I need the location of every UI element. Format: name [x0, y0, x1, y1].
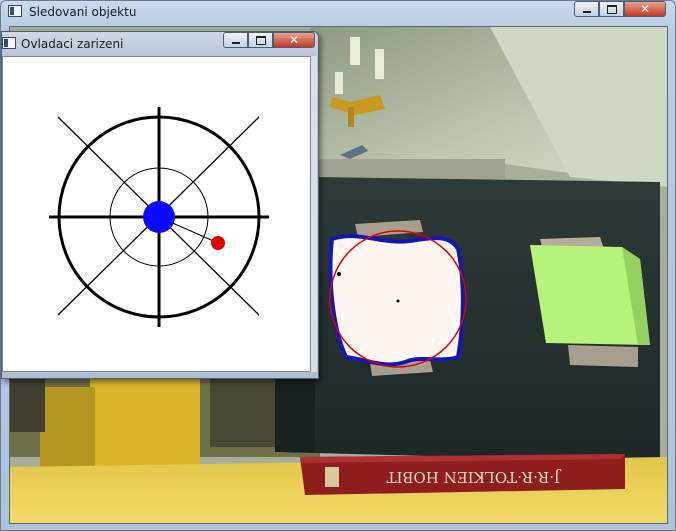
close-icon: ✕ [288, 33, 300, 47]
center-dot[interactable] [143, 201, 175, 233]
control-canvas[interactable] [2, 56, 311, 372]
object-corner-mark [337, 272, 341, 276]
minimize-icon [582, 11, 591, 13]
target-dot [211, 236, 225, 250]
window-app-icon [2, 37, 16, 49]
control-window: Ovladaci zarizeni ✕ [1, 31, 319, 379]
control-window-title: Ovladaci zarizeni [21, 37, 124, 51]
close-button[interactable]: ✕ [624, 1, 666, 17]
main-title-bar[interactable]: Sledovani objektu ✕ [1, 1, 676, 23]
main-window-title: Sledovani objektu [29, 5, 137, 19]
control-scrollbar[interactable] [311, 56, 317, 372]
close-icon: ✕ [639, 2, 651, 16]
window-app-icon [8, 5, 22, 17]
control-title-bar[interactable]: Ovladaci zarizeni ✕ [2, 32, 318, 54]
control-caption-buttons: ✕ [223, 32, 315, 48]
book: J·R·R·TOLKIEN HOBIT [300, 454, 625, 495]
maximize-icon [255, 35, 266, 45]
minimize-button[interactable] [223, 32, 248, 48]
object-center-mark [396, 299, 400, 303]
maximize-button[interactable] [599, 1, 624, 17]
maximize-icon [606, 4, 617, 14]
main-window: Sledovani objektu ✕ J·R·R·TOLKIEN HOBIT … [0, 0, 676, 531]
joystick-diagram [49, 107, 269, 327]
minimize-icon [231, 42, 240, 44]
minimize-button[interactable] [574, 1, 599, 17]
book-spine-text: J·R·R·TOLKIEN HOBIT [387, 468, 562, 486]
main-caption-buttons: ✕ [574, 1, 666, 17]
maximize-button[interactable] [248, 32, 273, 48]
close-button[interactable]: ✕ [273, 32, 315, 48]
